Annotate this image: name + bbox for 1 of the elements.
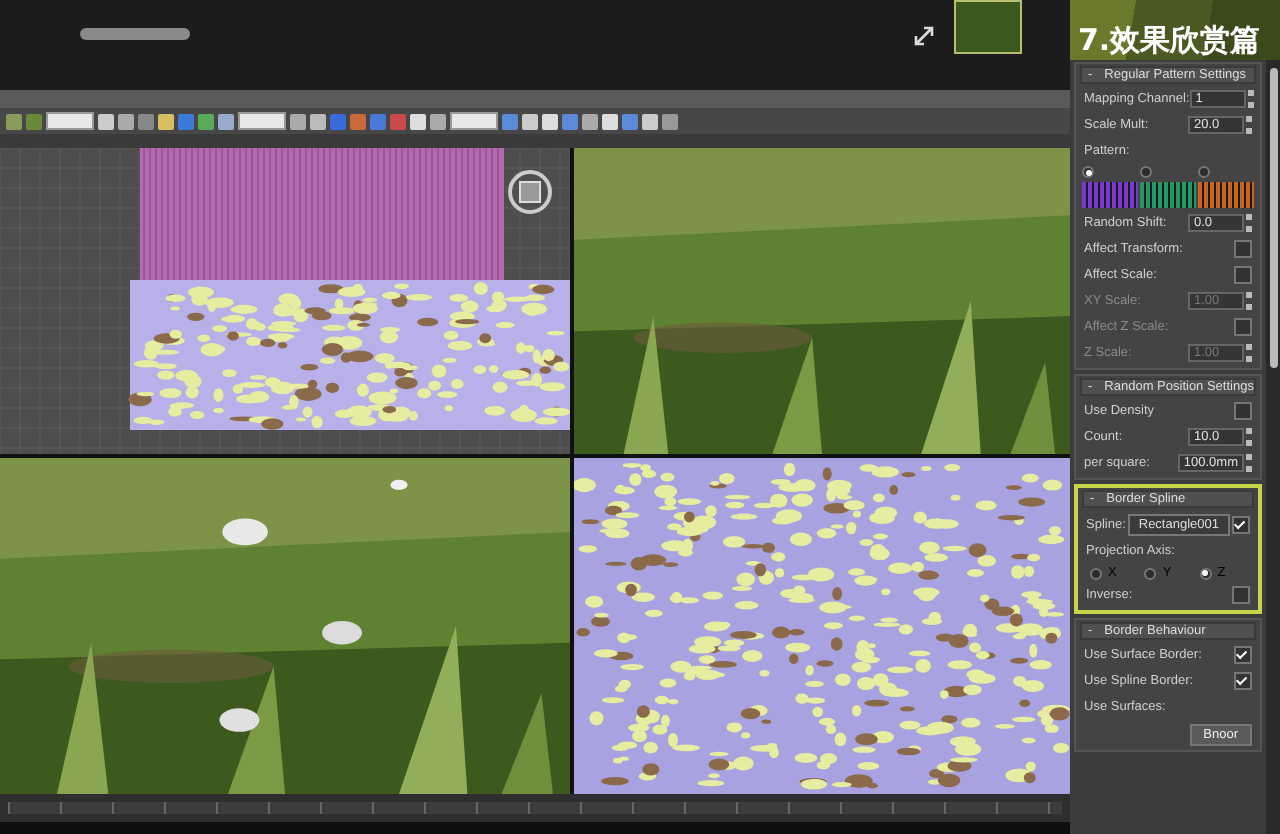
- overlay-title: 7.效果欣赏篇: [1078, 22, 1261, 58]
